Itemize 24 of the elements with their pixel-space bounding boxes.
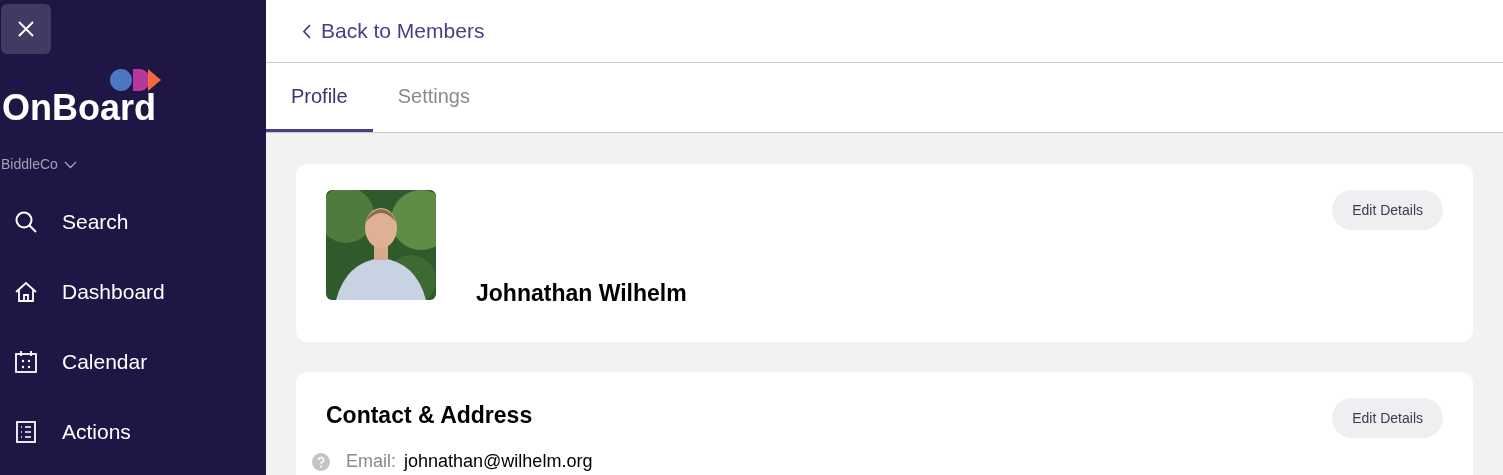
close-button[interactable] [1,4,51,54]
search-icon [14,210,38,234]
back-link[interactable]: Back to Members [302,15,485,47]
organization-selector[interactable]: BiddleCo [0,154,266,175]
field-label: Email: [346,450,396,473]
nav-item[interactable]: Search [0,187,266,257]
nav-item[interactable]: Dashboard [0,257,266,327]
section-title: Contact & Address [326,401,533,430]
list-icon [14,420,38,444]
nav-item[interactable]: Actions [0,397,266,467]
member-name: Johnathan Wilhelm [476,279,687,308]
help-icon [312,452,330,471]
logo-icon [110,68,162,92]
brand-name: OnBoard [2,90,156,126]
home-icon [14,280,38,304]
chevron-down-icon [63,160,77,169]
edit-details-button[interactable]: Edit Details [1332,398,1443,438]
close-icon [17,20,35,38]
field-value: johnathan@wilhelm.org [404,450,593,473]
calendar-icon [14,350,38,374]
chevron-left-icon [302,23,311,39]
edit-details-button[interactable]: Edit Details [1332,190,1443,230]
nav-item[interactable]: Calendar [0,327,266,397]
tab[interactable]: Profile [266,63,373,132]
